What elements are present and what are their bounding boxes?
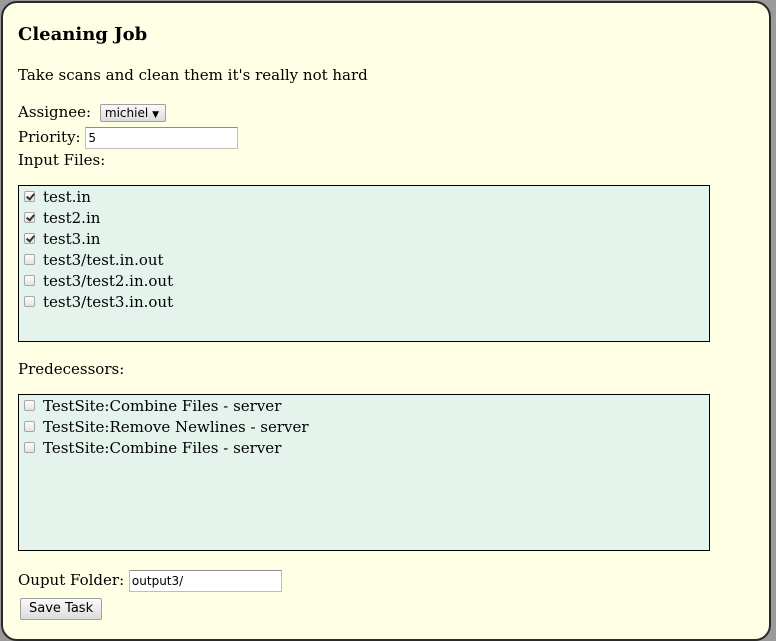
checkbox-predecessor-2[interactable] — [24, 421, 35, 432]
checkbox-input-file-5[interactable] — [24, 275, 35, 286]
list-item[interactable]: test2.in — [23, 208, 709, 229]
priority-label: Priority: — [18, 128, 81, 146]
input-file-label: test3/test2.in.out — [43, 272, 174, 290]
job-description: Take scans and clean them it's really no… — [18, 66, 368, 84]
input-file-label: test3/test3.in.out — [43, 293, 174, 311]
list-item[interactable]: test3.in — [23, 229, 709, 250]
assignee-row: Assignee: michiel ▼ — [18, 102, 167, 122]
checkbox-input-file-4[interactable] — [24, 254, 35, 265]
output-folder-row: Ouput Folder: — [18, 570, 282, 592]
save-task-button[interactable]: Save Task — [20, 598, 103, 620]
list-item[interactable]: TestSite:Combine Files - server — [23, 396, 709, 417]
predecessor-label: TestSite:Remove Newlines - server — [43, 418, 309, 436]
output-folder-input[interactable] — [128, 570, 282, 592]
list-item[interactable]: test.in — [23, 187, 709, 208]
priority-input[interactable] — [85, 127, 239, 149]
priority-row: Priority: — [18, 127, 239, 149]
checkbox-input-file-2[interactable] — [24, 212, 35, 223]
checkbox-input-file-1[interactable] — [24, 191, 35, 202]
input-file-label: test.in — [43, 188, 91, 206]
list-item[interactable]: test3/test.in.out — [23, 250, 709, 271]
list-item[interactable]: TestSite:Remove Newlines - server — [23, 417, 709, 438]
predecessors-list[interactable]: TestSite:Combine Files - server TestSite… — [18, 394, 710, 551]
assignee-selected-value: michiel — [104, 106, 149, 120]
checkbox-predecessor-1[interactable] — [24, 400, 35, 411]
input-file-label: test3/test.in.out — [43, 251, 164, 269]
task-form-panel: Cleaning Job Take scans and clean them i… — [1, 1, 771, 641]
predecessors-label: Predecessors: — [18, 360, 125, 378]
assignee-label: Assignee: — [18, 103, 92, 121]
input-file-label: test2.in — [43, 209, 101, 227]
triangle-down-icon: ▼ — [152, 110, 160, 120]
output-folder-label: Ouput Folder: — [18, 571, 125, 589]
list-item[interactable]: test3/test3.in.out — [23, 292, 709, 313]
assignee-select[interactable]: michiel ▼ — [99, 104, 167, 122]
input-file-label: test3.in — [43, 230, 101, 248]
predecessor-label: TestSite:Combine Files - server — [43, 439, 282, 457]
list-item[interactable]: test3/test2.in.out — [23, 271, 709, 292]
input-files-list[interactable]: test.in test2.in test3.in test3/test.in.… — [18, 185, 710, 342]
checkbox-predecessor-3[interactable] — [24, 442, 35, 453]
predecessor-label: TestSite:Combine Files - server — [43, 397, 282, 415]
checkbox-input-file-6[interactable] — [24, 296, 35, 307]
input-files-label: Input Files: — [18, 151, 106, 169]
checkbox-input-file-3[interactable] — [24, 233, 35, 244]
page-title: Cleaning Job — [18, 24, 148, 45]
list-item[interactable]: TestSite:Combine Files - server — [23, 438, 709, 459]
